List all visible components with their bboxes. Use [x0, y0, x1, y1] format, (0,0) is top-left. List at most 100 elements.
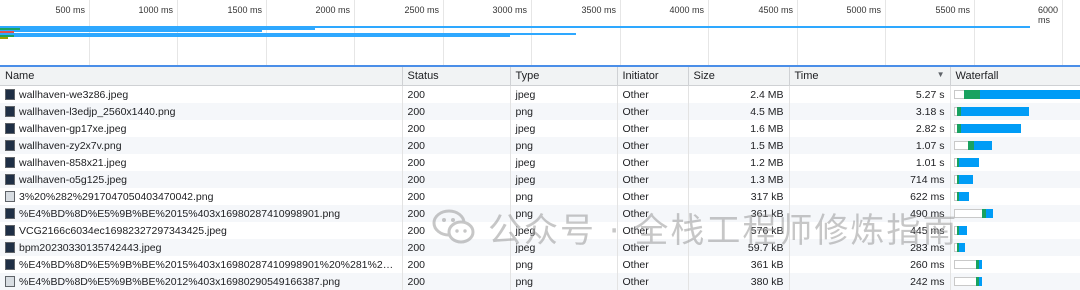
request-name[interactable]: wallhaven-zy2x7v.png	[19, 140, 122, 152]
cell-status: 200	[402, 188, 510, 205]
request-name[interactable]: %E4%BD%8D%E5%9B%BE%2015%403x169802874109…	[19, 259, 402, 271]
cell-size: 1.2 MB	[688, 154, 789, 171]
table-row[interactable]: wallhaven-we3z86.jpeg200jpegOther2.4 MB5…	[0, 86, 1080, 104]
cell-status: 200	[402, 239, 510, 256]
timeline-tick-label: 1500 ms	[227, 5, 266, 15]
cell-initiator: Other	[617, 273, 688, 290]
cell-type: jpeg	[510, 120, 617, 137]
request-name[interactable]: bpm20230330135742443.jpeg	[19, 242, 161, 254]
waterfall-download-segment	[961, 124, 1021, 133]
cell-initiator: Other	[617, 171, 688, 188]
cell-name: wallhaven-l3edjp_2560x1440.png	[0, 103, 402, 120]
column-header-initiator[interactable]: Initiator	[617, 67, 688, 86]
cell-name: VCG2166c6034ec16982327297343425.jpeg	[0, 222, 402, 239]
cell-status: 200	[402, 171, 510, 188]
cell-time: 2.82 s	[789, 120, 950, 137]
table-row[interactable]: %E4%BD%8D%E5%9B%BE%2015%403x169802874109…	[0, 205, 1080, 222]
image-file-icon	[5, 89, 15, 100]
waterfall-queue-segment	[954, 277, 978, 286]
image-file-icon	[5, 157, 15, 168]
table-row[interactable]: wallhaven-l3edjp_2560x1440.png200pngOthe…	[0, 103, 1080, 120]
cell-size: 59.7 kB	[688, 239, 789, 256]
cell-name: %E4%BD%8D%E5%9B%BE%2012%403x169802905491…	[0, 273, 402, 290]
cell-initiator: Other	[617, 188, 688, 205]
image-file-icon	[5, 208, 15, 219]
timeline-tick-label: 4500 ms	[758, 5, 797, 15]
request-name[interactable]: VCG2166c6034ec16982327297343425.jpeg	[19, 225, 227, 237]
column-header-size[interactable]: Size	[688, 67, 789, 86]
image-file-icon	[5, 191, 15, 202]
column-header-type[interactable]: Type	[510, 67, 617, 86]
cell-type: jpeg	[510, 154, 617, 171]
column-header-status[interactable]: Status	[402, 67, 510, 86]
cell-name: wallhaven-zy2x7v.png	[0, 137, 402, 154]
cell-type: png	[510, 256, 617, 273]
cell-status: 200	[402, 205, 510, 222]
waterfall-download-segment	[974, 141, 992, 150]
cell-waterfall	[950, 205, 1080, 222]
cell-time: 445 ms	[789, 222, 950, 239]
request-name[interactable]: wallhaven-gp17xe.jpeg	[19, 123, 126, 135]
image-file-icon	[5, 106, 15, 117]
column-header-waterfall[interactable]: Waterfall	[950, 67, 1080, 86]
column-header-time-label: Time	[795, 70, 819, 82]
overview-request-bar	[0, 37, 8, 39]
cell-initiator: Other	[617, 86, 688, 104]
cell-size: 361 kB	[688, 205, 789, 222]
cell-waterfall	[950, 86, 1080, 104]
table-row[interactable]: %E4%BD%8D%E5%9B%BE%2015%403x169802874109…	[0, 256, 1080, 273]
request-name[interactable]: wallhaven-o5g125.jpeg	[19, 174, 127, 186]
cell-time: 260 ms	[789, 256, 950, 273]
cell-initiator: Other	[617, 239, 688, 256]
cell-time: 5.27 s	[789, 86, 950, 104]
waterfall-download-segment	[959, 192, 969, 201]
table-row[interactable]: bpm20230330135742443.jpeg200jpegOther59.…	[0, 239, 1080, 256]
timeline-tick-label: 5000 ms	[846, 5, 885, 15]
timeline-tick-label: 1000 ms	[138, 5, 177, 15]
table-row[interactable]: wallhaven-858x21.jpeg200jpegOther1.2 MB1…	[0, 154, 1080, 171]
cell-size: 1.5 MB	[688, 137, 789, 154]
waterfall-download-segment	[980, 90, 1080, 99]
cell-waterfall	[950, 137, 1080, 154]
table-row[interactable]: VCG2166c6034ec16982327297343425.jpeg200j…	[0, 222, 1080, 239]
cell-waterfall	[950, 188, 1080, 205]
cell-status: 200	[402, 273, 510, 290]
cell-type: png	[510, 205, 617, 222]
timeline-tick-label: 500 ms	[55, 5, 89, 15]
cell-time: 242 ms	[789, 273, 950, 290]
waterfall-download-segment	[979, 277, 982, 286]
cell-waterfall	[950, 103, 1080, 120]
cell-size: 361 kB	[688, 256, 789, 273]
waterfall-download-segment	[986, 209, 993, 218]
table-row[interactable]: %E4%BD%8D%E5%9B%BE%2012%403x169802905491…	[0, 273, 1080, 290]
request-name[interactable]: %E4%BD%8D%E5%9B%BE%2012%403x169802905491…	[19, 276, 340, 288]
timeline-tick-label: 3500 ms	[581, 5, 620, 15]
cell-waterfall	[950, 239, 1080, 256]
cell-size: 576 kB	[688, 222, 789, 239]
request-name[interactable]: 3%20%282%2917047050403470042.png	[19, 191, 213, 203]
cell-type: png	[510, 273, 617, 290]
table-row[interactable]: wallhaven-gp17xe.jpeg200jpegOther1.6 MB2…	[0, 120, 1080, 137]
cell-size: 1.6 MB	[688, 120, 789, 137]
cell-status: 200	[402, 137, 510, 154]
cell-status: 200	[402, 120, 510, 137]
overview-request-bar	[0, 35, 510, 37]
request-name[interactable]: wallhaven-l3edjp_2560x1440.png	[19, 106, 175, 118]
cell-type: png	[510, 103, 617, 120]
table-row[interactable]: wallhaven-o5g125.jpeg200jpegOther1.3 MB7…	[0, 171, 1080, 188]
cell-name: wallhaven-858x21.jpeg	[0, 154, 402, 171]
request-name[interactable]: %E4%BD%8D%E5%9B%BE%2015%403x169802874109…	[19, 208, 340, 220]
column-header-name[interactable]: Name	[0, 67, 402, 86]
request-name[interactable]: wallhaven-we3z86.jpeg	[19, 89, 128, 101]
overview-request-bar	[0, 30, 262, 32]
overview-timeline[interactable]: 500 ms1000 ms1500 ms2000 ms2500 ms3000 m…	[0, 0, 1080, 66]
cell-initiator: Other	[617, 222, 688, 239]
table-row[interactable]: wallhaven-zy2x7v.png200pngOther1.5 MB1.0…	[0, 137, 1080, 154]
table-row[interactable]: 3%20%282%2917047050403470042.png200pngOt…	[0, 188, 1080, 205]
column-header-time[interactable]: Time ▼	[789, 67, 950, 86]
sort-descending-icon: ▼	[937, 70, 945, 79]
timeline-tick-label: 6000 ms	[1038, 5, 1062, 25]
table-header-row: Name Status Type Initiator Size Time ▼ W…	[0, 67, 1080, 86]
request-name[interactable]: wallhaven-858x21.jpeg	[19, 157, 126, 169]
image-file-icon	[5, 140, 15, 151]
